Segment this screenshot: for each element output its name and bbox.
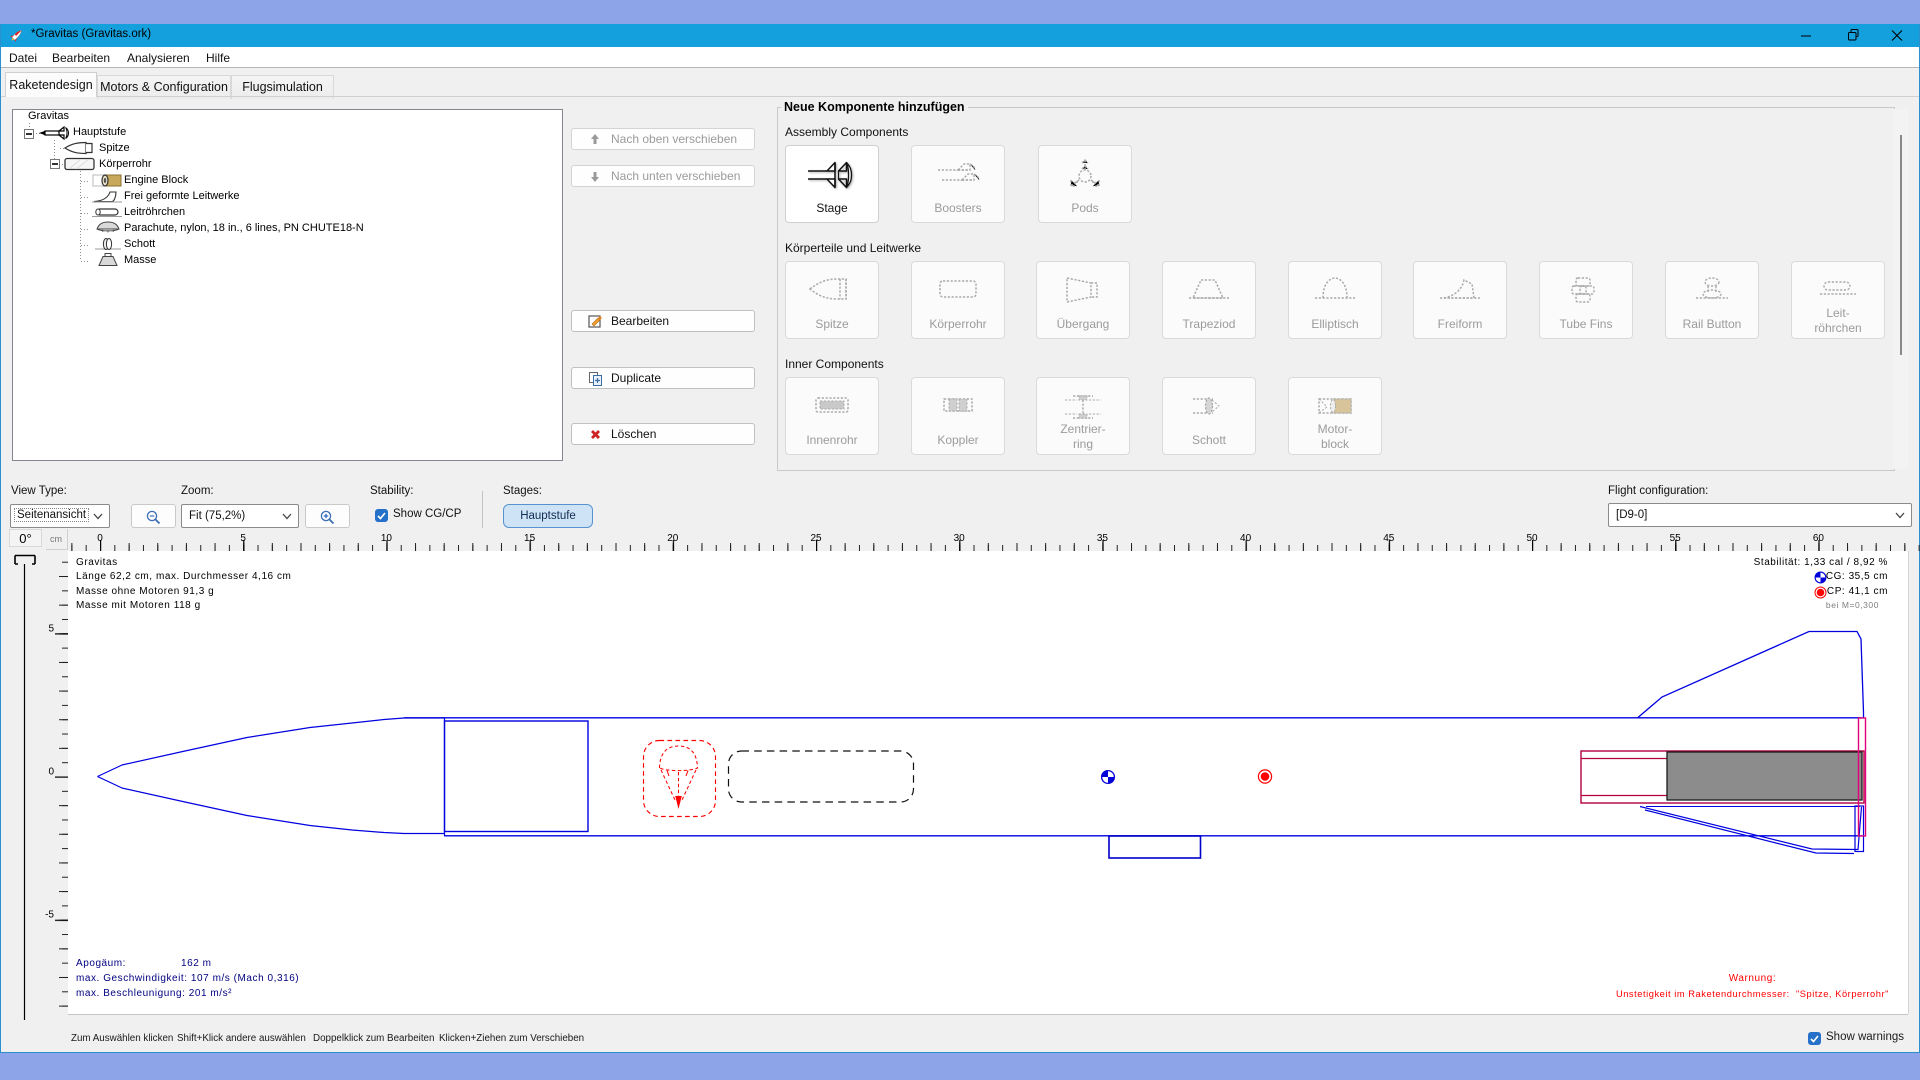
svg-text:45: 45 xyxy=(1383,533,1395,544)
svg-text:0: 0 xyxy=(97,533,103,544)
svg-text:-5: -5 xyxy=(45,910,54,921)
svg-text:10: 10 xyxy=(381,533,393,544)
svg-text:50: 50 xyxy=(1526,533,1538,544)
svg-text:25: 25 xyxy=(810,533,822,544)
svg-text:35: 35 xyxy=(1097,533,1109,544)
svg-text:55: 55 xyxy=(1670,533,1682,544)
svg-text:20: 20 xyxy=(667,533,679,544)
svg-text:15: 15 xyxy=(524,533,536,544)
svg-text:5: 5 xyxy=(48,623,54,634)
svg-text:0: 0 xyxy=(48,767,54,778)
svg-text:30: 30 xyxy=(954,533,966,544)
svg-text:60: 60 xyxy=(1813,533,1825,544)
svg-text:40: 40 xyxy=(1240,533,1252,544)
svg-text:5: 5 xyxy=(240,533,246,544)
